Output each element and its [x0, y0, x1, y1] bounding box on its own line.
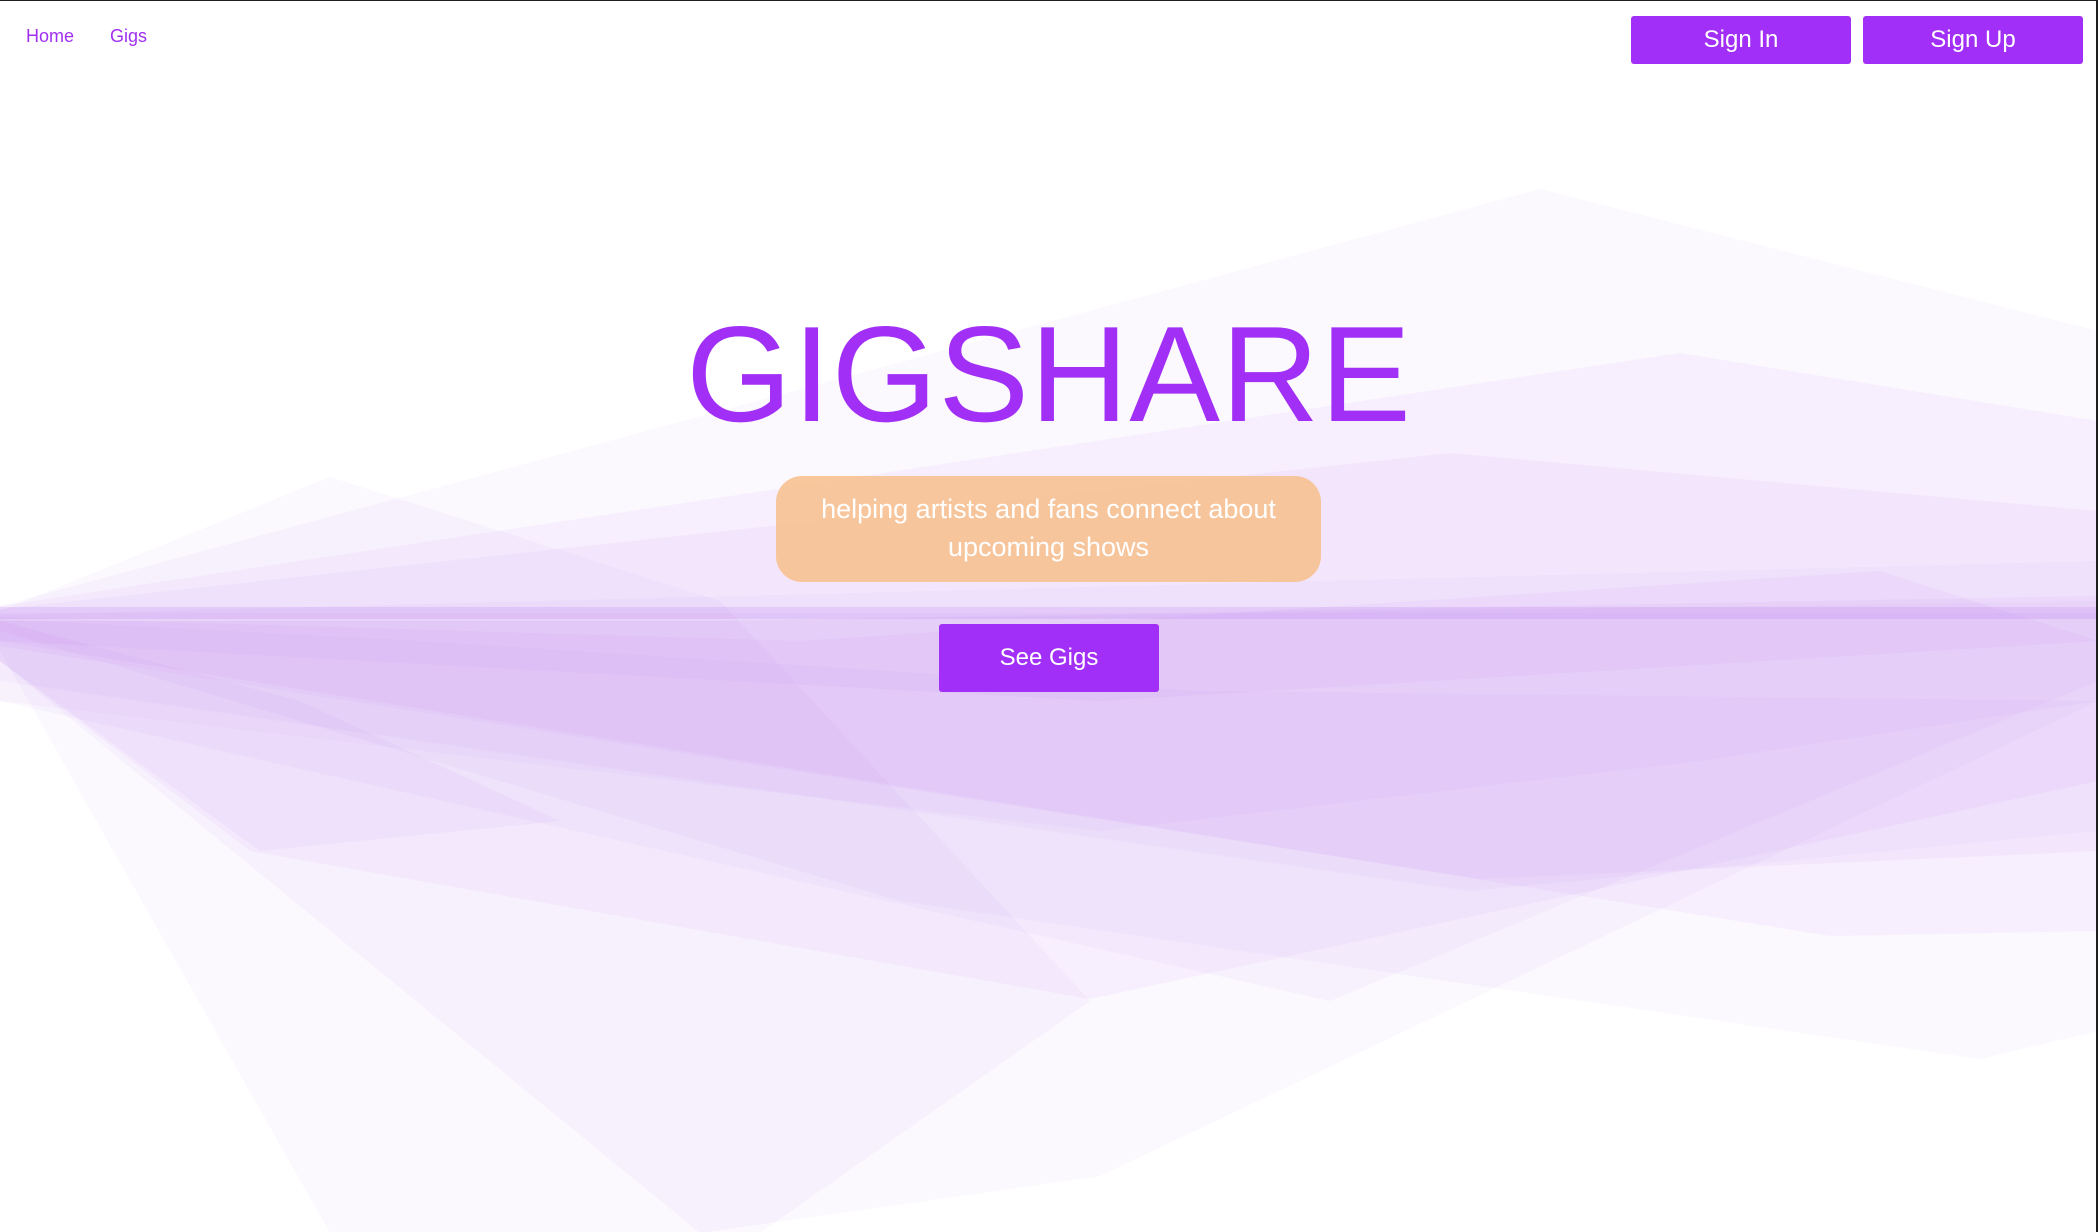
- background-polygons-art: [0, 189, 2098, 1232]
- nav-link-gigs[interactable]: Gigs: [110, 26, 147, 47]
- nav-link-home[interactable]: Home: [26, 26, 74, 47]
- landing-page: Home Gigs Sign In Sign Up GIGSHARE helpi…: [0, 0, 2098, 1232]
- auth-buttons: Sign In Sign Up: [1631, 16, 2083, 64]
- sign-in-button[interactable]: Sign In: [1631, 16, 1851, 64]
- tagline-badge: helping artists and fans connect about u…: [776, 476, 1321, 582]
- top-nav: Home Gigs: [26, 26, 147, 47]
- page-title: GIGSHARE: [686, 298, 1412, 450]
- see-gigs-button[interactable]: See Gigs: [939, 624, 1159, 692]
- sign-up-button[interactable]: Sign Up: [1863, 16, 2083, 64]
